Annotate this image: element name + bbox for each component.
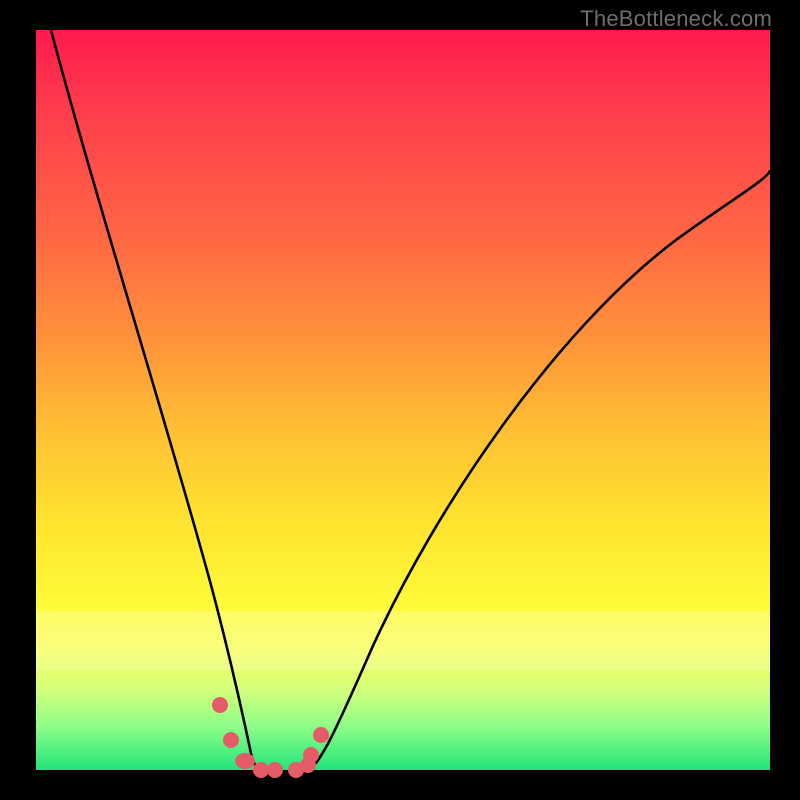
right-curve xyxy=(306,170,770,770)
left-curve xyxy=(51,30,262,770)
chart-frame: TheBottleneck.com xyxy=(0,0,800,800)
marker-group xyxy=(212,697,329,778)
watermark-text: TheBottleneck.com xyxy=(580,6,772,32)
plot-area xyxy=(36,30,770,770)
curves-svg xyxy=(36,30,770,770)
